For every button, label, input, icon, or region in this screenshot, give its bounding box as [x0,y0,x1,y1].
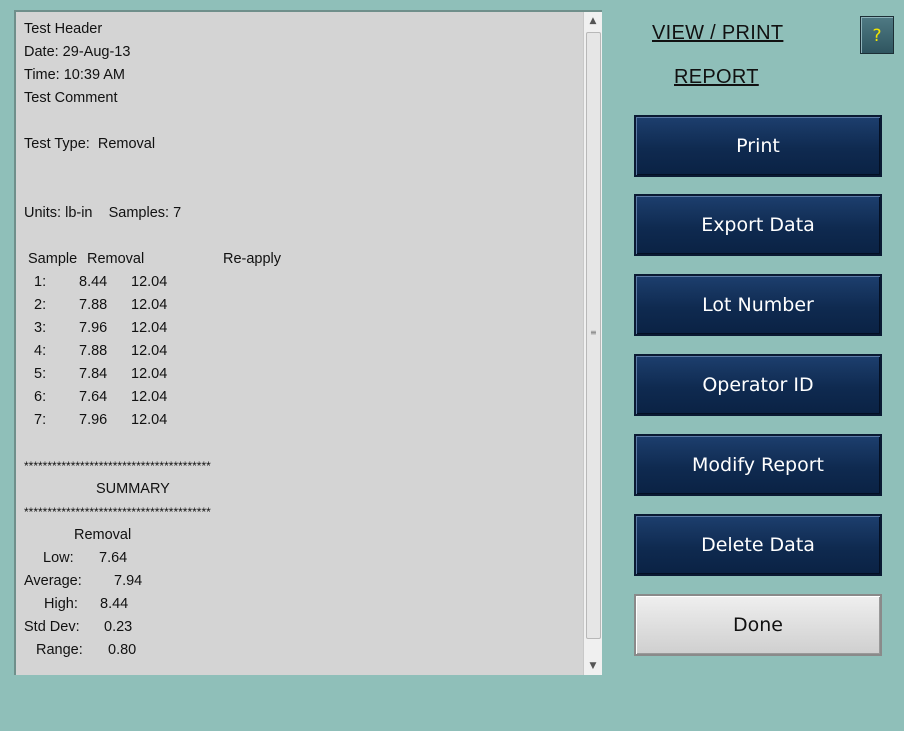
operator-id-button[interactable]: Operator ID [634,354,882,416]
table-row: 7: 7.96 12.04 [24,409,584,432]
grip-lines-icon: ≡ [590,328,597,337]
separator-stars: **************************************** [24,505,211,519]
summary-value: 0.80 [108,642,137,658]
scrollbar-thumb[interactable]: ≡ [586,32,601,639]
sample-number: 1: [34,274,47,290]
summary-value: 7.64 [99,550,128,566]
sample-number: 2: [34,297,47,313]
reapply-value: 12.04 [131,297,168,313]
report-content: Test Header Date: 29-Aug-13 Time: 10:39 … [24,18,584,662]
removal-value: 7.88 [79,297,108,313]
lot-number-button[interactable]: Lot Number [634,274,882,336]
summary-row: Range: 0.80 [24,639,584,662]
summary-label: Std Dev: [24,619,80,635]
table-row: 2: 7.88 12.04 [24,294,584,317]
report-text-area[interactable]: Test Header Date: 29-Aug-13 Time: 10:39 … [14,10,602,675]
summary-label: High: [44,596,78,612]
export-data-button[interactable]: Export Data [634,194,882,256]
reapply-value: 12.04 [131,320,168,336]
summary-column-header: Removal [24,524,584,547]
report-comment: Test Comment [24,90,118,106]
summary-label: Average: [24,573,82,589]
summary-label: SUMMARY [96,481,170,497]
report-units-samples: Units: lb-in Samples: 7 [24,205,182,221]
scroll-up-icon[interactable]: ▲ [584,12,602,30]
separator-stars: **************************************** [24,459,211,473]
vertical-scrollbar[interactable]: ▲ ≡ ▼ [583,12,602,675]
summary-row: Average: 7.94 [24,570,584,593]
sample-number: 3: [34,320,47,336]
sample-number: 4: [34,343,47,359]
delete-data-button[interactable]: Delete Data [634,514,882,576]
report-date: Date: 29-Aug-13 [24,44,131,60]
summary-label: Low: [43,550,74,566]
column-header-reapply: Re-apply [223,251,282,267]
sample-number: 5: [34,366,47,382]
column-header-sample: Sample [28,251,78,267]
page-title-line2: REPORT [674,66,759,88]
column-header-removal: Removal [87,251,145,267]
done-button[interactable]: Done [634,594,882,656]
report-header: Test Header [24,21,103,37]
table-row: 3: 7.96 12.04 [24,317,584,340]
reapply-value: 12.04 [131,343,168,359]
removal-value: 7.88 [79,343,108,359]
sample-number: 6: [34,389,47,405]
summary-row: Std Dev: 0.23 [24,616,584,639]
summary-column-removal: Removal [74,527,132,543]
table-row: 1: 8.44 12.04 [24,271,584,294]
removal-value: 8.44 [79,274,108,290]
summary-row: High: 8.44 [24,593,584,616]
summary-value: 0.23 [104,619,133,635]
reapply-value: 12.04 [131,274,168,290]
reapply-value: 12.04 [131,412,168,428]
summary-label: Range: [36,642,83,658]
reapply-value: 12.04 [131,366,168,382]
column-headers: Sample Removal Re-apply [24,248,584,271]
sample-number: 7: [34,412,47,428]
summary-title: SUMMARY [24,478,584,501]
report-test-type: Test Type: Removal [24,136,156,152]
removal-value: 7.64 [79,389,108,405]
table-row: 4: 7.88 12.04 [24,340,584,363]
page-title-line1: VIEW / PRINT [652,22,784,44]
help-button[interactable]: ? [860,16,894,54]
removal-value: 7.96 [79,412,108,428]
modify-report-button[interactable]: Modify Report [634,434,882,496]
reapply-value: 12.04 [131,389,168,405]
scroll-down-icon[interactable]: ▼ [584,657,602,675]
summary-row: Low: 7.64 [24,547,584,570]
table-row: 5: 7.84 12.04 [24,363,584,386]
print-button[interactable]: Print [634,115,882,177]
removal-value: 7.84 [79,366,108,382]
summary-value: 8.44 [100,596,129,612]
summary-value: 7.94 [114,573,143,589]
removal-value: 7.96 [79,320,108,336]
table-row: 6: 7.64 12.04 [24,386,584,409]
report-time: Time: 10:39 AM [24,67,126,83]
